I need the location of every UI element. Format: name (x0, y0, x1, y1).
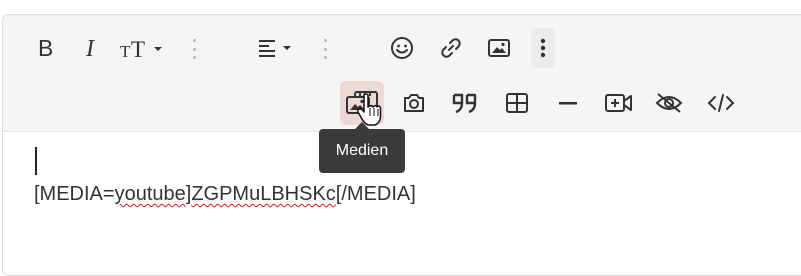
quote-button[interactable] (445, 83, 485, 123)
align-left-icon (259, 40, 291, 57)
bold-icon: B (38, 37, 53, 59)
align-button[interactable] (253, 28, 301, 68)
minus-icon (559, 102, 577, 105)
media-tooltip: Medien (319, 122, 405, 173)
video-button[interactable] (599, 83, 639, 123)
camera-button[interactable] (394, 83, 434, 123)
more-options-button[interactable] (531, 28, 555, 68)
text-caret (35, 147, 37, 175)
italic-icon: I (85, 37, 95, 59)
text-segment: [MEDIA= (34, 183, 115, 205)
link-icon (441, 38, 461, 58)
text-segment: [/MEDIA] (335, 183, 416, 205)
eye-slash-icon (655, 93, 683, 113)
toolbar-separator (323, 39, 327, 59)
chevron-down-icon (154, 47, 162, 51)
video-plus-icon (605, 94, 632, 112)
bold-button[interactable]: B (26, 28, 66, 68)
hand-pointer-cursor-icon (357, 93, 382, 126)
svg-text:T: T (120, 42, 131, 59)
toolbar-separator (192, 39, 196, 59)
spoiler-button[interactable] (649, 83, 689, 123)
camera-icon (404, 94, 424, 112)
image-icon (488, 39, 510, 57)
misspelled-word: ZGPMuLBHSKc (191, 183, 336, 205)
svg-text:B: B (38, 37, 53, 59)
table-icon (506, 93, 528, 113)
editor-toolbar: B I T T (3, 15, 801, 132)
horizontal-rule-button[interactable] (548, 83, 588, 123)
code-button[interactable] (701, 83, 741, 123)
smiley-icon (391, 37, 413, 59)
misspelled-word: youtube (114, 183, 186, 205)
svg-text:T: T (131, 37, 145, 59)
code-icon (707, 94, 735, 112)
quote-icon (452, 93, 477, 114)
svg-text:I: I (85, 37, 95, 59)
font-size-button[interactable]: T T (119, 28, 169, 68)
emoji-button[interactable] (382, 28, 422, 68)
vertical-ellipsis-icon (540, 38, 546, 58)
link-button[interactable] (431, 28, 471, 68)
font-size-icon: T T (120, 37, 162, 59)
image-button[interactable] (479, 28, 519, 68)
italic-button[interactable]: I (72, 28, 112, 68)
editor-text-line: [MEDIA=youtube]ZGPMuLBHSKc[/MEDIA] (34, 183, 416, 206)
table-button[interactable] (497, 83, 537, 123)
